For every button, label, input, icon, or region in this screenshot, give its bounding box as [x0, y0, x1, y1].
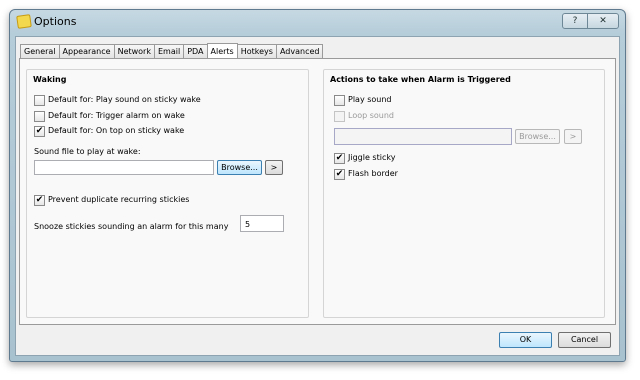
alarm-sound-file-input[interactable]: [334, 128, 512, 145]
ok-button[interactable]: OK: [499, 332, 552, 348]
prevent-duplicates-checkbox[interactable]: ✔: [34, 194, 45, 206]
dialog-body: General Appearance Network Email PDA Alerts Ho…: [15, 36, 620, 356]
sound-file-label: Sound file to play at wake:: [34, 147, 141, 156]
snooze-count-input[interactable]: 5: [240, 215, 284, 232]
play-sound-on-wake-label: Default for: Play sound on sticky wake: [48, 95, 201, 104]
tab-advanced[interactable]: Advanced: [275, 44, 324, 58]
options-dialog: Options ? ✕ General Appearance Network Emai…: [9, 9, 626, 362]
help-button[interactable]: ?: [562, 13, 588, 29]
tab-alerts[interactable]: Alerts: [206, 43, 238, 59]
tab-email[interactable]: Email: [153, 44, 185, 58]
tab-appearance[interactable]: Appearance: [58, 44, 115, 58]
close-button[interactable]: ✕: [587, 13, 619, 29]
window-title: Options: [34, 15, 77, 28]
jiggle-sticky-label: Jiggle sticky: [348, 153, 396, 162]
play-sound-checkbox[interactable]: [334, 94, 345, 106]
sticky-note-icon: [16, 14, 32, 29]
prevent-duplicates-label: Prevent duplicate recurring stickies: [48, 195, 190, 204]
option-on-top-on-wake[interactable]: ✔ Default for: On top on sticky wake: [34, 125, 184, 137]
actions-group: Actions to take when Alarm is Triggered …: [323, 69, 605, 318]
play-sound-button[interactable]: >: [265, 160, 283, 175]
option-play-sound[interactable]: Play sound: [334, 94, 392, 106]
trigger-alarm-on-wake-label: Default for: Trigger alarm on wake: [48, 111, 185, 120]
option-flash-border[interactable]: ✔ Flash border: [334, 168, 398, 180]
flash-border-label: Flash border: [348, 169, 398, 178]
option-loop-sound[interactable]: Loop sound: [334, 110, 394, 122]
alarm-browse-button[interactable]: Browse...: [515, 129, 560, 144]
cancel-button[interactable]: Cancel: [558, 332, 611, 348]
option-trigger-alarm-on-wake[interactable]: Default for: Trigger alarm on wake: [34, 110, 185, 122]
waking-group-title: Waking: [33, 75, 67, 84]
waking-group: Waking Default for: Play sound on sticky…: [26, 69, 309, 318]
on-top-on-wake-checkbox[interactable]: ✔: [34, 125, 45, 137]
snooze-label: Snooze stickies sounding an alarm for th…: [34, 222, 229, 231]
jiggle-sticky-checkbox[interactable]: ✔: [334, 152, 345, 164]
option-prevent-duplicates[interactable]: ✔ Prevent duplicate recurring stickies: [34, 194, 189, 206]
option-play-sound-on-wake[interactable]: Default for: Play sound on sticky wake: [34, 94, 201, 106]
actions-group-title: Actions to take when Alarm is Triggered: [330, 75, 511, 84]
tab-network[interactable]: Network: [113, 44, 155, 58]
on-top-on-wake-label: Default for: On top on sticky wake: [48, 126, 185, 135]
loop-sound-checkbox[interactable]: [334, 110, 345, 122]
alerts-panel: Waking Default for: Play sound on sticky…: [19, 58, 616, 325]
loop-sound-label: Loop sound: [348, 111, 395, 120]
play-sound-on-wake-checkbox[interactable]: [34, 94, 45, 106]
title-bar[interactable]: Options ? ✕: [10, 10, 625, 34]
browse-sound-button[interactable]: Browse...: [217, 160, 262, 175]
tab-general[interactable]: General: [20, 44, 60, 58]
flash-border-checkbox[interactable]: ✔: [334, 168, 345, 180]
trigger-alarm-on-wake-checkbox[interactable]: [34, 110, 45, 122]
play-sound-label: Play sound: [348, 95, 392, 104]
tab-pda[interactable]: PDA: [183, 44, 208, 58]
sound-file-input[interactable]: [34, 160, 214, 175]
alarm-play-button[interactable]: >: [564, 129, 582, 144]
tab-strip: General Appearance Network Email PDA Alerts Ho…: [20, 42, 324, 59]
option-jiggle-sticky[interactable]: ✔ Jiggle sticky: [334, 152, 395, 164]
tab-hotkeys[interactable]: Hotkeys: [236, 44, 277, 58]
